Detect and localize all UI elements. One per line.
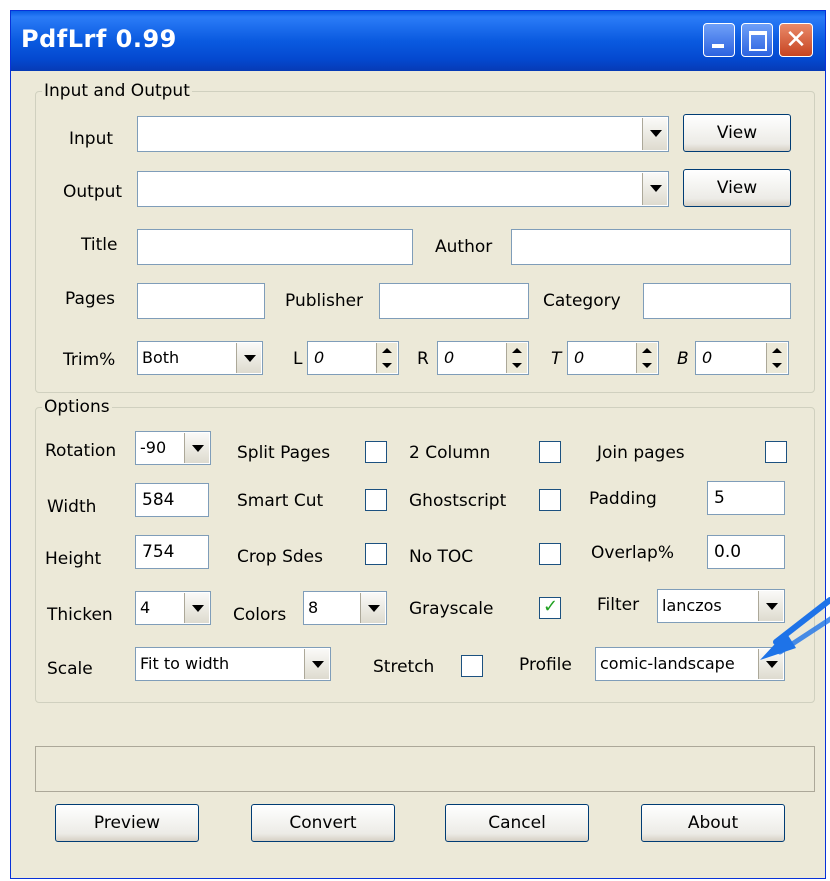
profile-label: Profile	[519, 655, 572, 675]
crop-sides-checkbox[interactable]	[365, 543, 387, 565]
trim-value: Both	[142, 348, 180, 367]
maximize-button[interactable]	[741, 23, 773, 57]
filter-label: Filter	[597, 595, 640, 615]
category-label: Category	[543, 291, 621, 311]
input-combo[interactable]	[137, 116, 669, 152]
minimize-button[interactable]	[703, 23, 735, 57]
window-title: PdfLrf 0.99	[21, 25, 177, 53]
pages-label: Pages	[65, 289, 116, 309]
rotation-combo[interactable]: -90	[135, 431, 211, 465]
output-combo[interactable]	[137, 171, 669, 207]
title-label: Title	[81, 235, 118, 255]
width-field[interactable]	[135, 483, 209, 517]
l-value: 0	[314, 348, 325, 367]
rotation-value: -90	[140, 438, 167, 457]
t-spin-arrows-icon[interactable]	[636, 343, 657, 373]
r-value: 0	[444, 348, 455, 367]
author-label: Author	[435, 237, 493, 257]
scale-combo[interactable]: Fit to width	[135, 647, 331, 681]
rotation-label: Rotation	[45, 441, 117, 461]
l-label: L	[293, 349, 303, 369]
convert-button[interactable]: Convert	[251, 804, 395, 842]
input-view-button[interactable]: View	[683, 114, 791, 152]
thicken-dropdown-arrow-icon[interactable]	[184, 593, 209, 623]
close-button[interactable]: ✕	[779, 23, 813, 57]
filter-value: lanczos	[662, 596, 722, 615]
title-field[interactable]	[137, 229, 413, 265]
height-field[interactable]	[135, 535, 209, 569]
input-dropdown-arrow-icon[interactable]	[642, 118, 667, 150]
preview-button[interactable]: Preview	[55, 804, 199, 842]
publisher-field[interactable]	[379, 283, 529, 319]
r-spin-arrows-icon[interactable]	[506, 343, 527, 373]
trim-label: Trim%	[63, 350, 116, 370]
output-label: Output	[63, 182, 123, 202]
app-window: PdfLrf 0.99 ✕ Input and Output Input Vie…	[10, 10, 826, 879]
ghostscript-checkbox[interactable]	[539, 489, 561, 511]
b-label: B	[677, 349, 689, 369]
b-spin-arrows-icon[interactable]	[766, 343, 787, 373]
ghostscript-label: Ghostscript	[409, 491, 507, 511]
stretch-label: Stretch	[373, 657, 435, 677]
colors-label: Colors	[233, 605, 287, 625]
t-spinner[interactable]: 0	[567, 341, 659, 375]
l-spinner[interactable]: 0	[307, 341, 399, 375]
category-field[interactable]	[643, 283, 791, 319]
profile-value: comic-landscape	[600, 654, 735, 673]
input-label: Input	[69, 129, 114, 149]
author-field[interactable]	[511, 229, 791, 265]
t-value: 0	[574, 348, 585, 367]
overlap-label: Overlap%	[591, 543, 674, 563]
padding-field[interactable]	[707, 481, 785, 515]
two-column-label: 2 Column	[409, 443, 491, 463]
padding-label: Padding	[589, 489, 657, 509]
input-output-legend: Input and Output	[44, 81, 190, 101]
smart-cut-label: Smart Cut	[237, 491, 324, 511]
overlap-field[interactable]	[707, 535, 785, 569]
grayscale-checkbox[interactable]	[539, 596, 561, 619]
cancel-button[interactable]: Cancel	[445, 804, 589, 842]
b-value: 0	[702, 348, 713, 367]
about-button[interactable]: About	[641, 804, 785, 842]
width-label: Width	[47, 497, 97, 517]
scale-label: Scale	[47, 659, 93, 679]
colors-combo[interactable]: 8	[303, 591, 387, 625]
trim-combo[interactable]: Both	[137, 341, 263, 375]
height-label: Height	[45, 549, 102, 569]
no-toc-label: No TOC	[409, 547, 474, 567]
rotation-dropdown-arrow-icon[interactable]	[184, 433, 209, 463]
colors-dropdown-arrow-icon[interactable]	[360, 593, 385, 623]
pages-field[interactable]	[137, 283, 265, 319]
thicken-label: Thicken	[47, 605, 113, 625]
thicken-combo[interactable]: 4	[135, 591, 211, 625]
output-dropdown-arrow-icon[interactable]	[642, 173, 667, 205]
grayscale-label: Grayscale	[409, 599, 494, 619]
status-bar	[35, 746, 815, 792]
crop-sides-label: Crop Sdes	[237, 547, 323, 567]
title-bar[interactable]: PdfLrf 0.99 ✕	[11, 11, 825, 71]
stretch-checkbox[interactable]	[461, 655, 483, 677]
scale-dropdown-arrow-icon[interactable]	[304, 649, 329, 679]
two-column-checkbox[interactable]	[539, 441, 561, 463]
trim-dropdown-arrow-icon[interactable]	[236, 343, 261, 373]
publisher-label: Publisher	[285, 291, 364, 311]
join-pages-checkbox[interactable]	[765, 441, 787, 463]
join-pages-label: Join pages	[597, 443, 685, 463]
options-legend: Options	[44, 397, 110, 417]
r-spinner[interactable]: 0	[437, 341, 529, 375]
b-spinner[interactable]: 0	[695, 341, 789, 375]
scale-value: Fit to width	[140, 654, 230, 673]
l-spin-arrows-icon[interactable]	[376, 343, 397, 373]
close-icon: ✕	[785, 25, 807, 55]
thicken-value: 4	[140, 598, 151, 617]
smart-cut-checkbox[interactable]	[365, 489, 387, 511]
r-label: R	[417, 349, 429, 369]
split-pages-checkbox[interactable]	[365, 441, 387, 463]
no-toc-checkbox[interactable]	[539, 543, 561, 565]
split-pages-label: Split Pages	[237, 443, 331, 463]
t-label: T	[551, 349, 562, 369]
colors-value: 8	[308, 598, 319, 617]
output-view-button[interactable]: View	[683, 169, 791, 207]
annotation-arrow-icon	[760, 597, 830, 660]
